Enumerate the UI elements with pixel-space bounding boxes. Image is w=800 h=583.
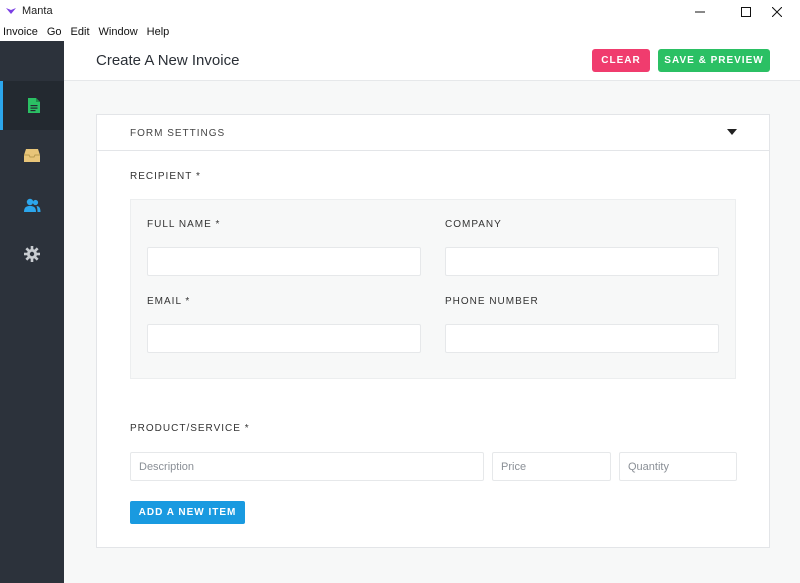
add-new-item-button[interactable]: ADD A NEW ITEM bbox=[130, 501, 245, 524]
price-input[interactable] bbox=[492, 452, 611, 481]
page-header: Create A New Invoice CLEAR SAVE & PREVIE… bbox=[64, 41, 800, 81]
sidebar-item-form[interactable] bbox=[0, 81, 64, 130]
company-field[interactable] bbox=[445, 247, 719, 276]
gear-icon bbox=[24, 245, 40, 262]
recipient-label: RECIPIENT * bbox=[130, 171, 201, 182]
full-name-label: FULL NAME * bbox=[147, 219, 221, 230]
quantity-input[interactable] bbox=[619, 452, 737, 481]
contacts-icon bbox=[24, 198, 41, 212]
menu-invoice[interactable]: Invoice bbox=[3, 23, 38, 41]
window-title: Manta bbox=[22, 5, 53, 17]
menu-window[interactable]: Window bbox=[99, 23, 138, 41]
page-title: Create A New Invoice bbox=[96, 52, 240, 69]
inbox-icon bbox=[24, 149, 40, 162]
menu-edit[interactable]: Edit bbox=[71, 23, 90, 41]
close-button[interactable] bbox=[754, 0, 800, 23]
phone-number-label: PHONE NUMBER bbox=[445, 296, 539, 307]
menu-help[interactable]: Help bbox=[147, 23, 170, 41]
title-bar: Manta bbox=[0, 0, 800, 23]
minimize-button[interactable] bbox=[677, 0, 723, 23]
phone-number-field[interactable] bbox=[445, 324, 719, 353]
email-label: EMAIL * bbox=[147, 296, 191, 307]
minimize-icon bbox=[695, 11, 705, 12]
clear-button[interactable]: CLEAR bbox=[592, 49, 650, 72]
menu-go[interactable]: Go bbox=[47, 23, 62, 41]
email-field[interactable] bbox=[147, 324, 421, 353]
caret-down-icon[interactable] bbox=[727, 129, 737, 135]
invoice-form-card: FORM SETTINGS RECIPIENT * FULL NAME * CO… bbox=[96, 114, 770, 548]
company-label: COMPANY bbox=[445, 219, 502, 230]
recipient-section: FULL NAME * COMPANY EMAIL * PHONE NUMBER bbox=[130, 199, 736, 379]
description-input[interactable] bbox=[130, 452, 484, 481]
sidebar-item-settings[interactable] bbox=[0, 229, 64, 278]
sidebar-item-invoices[interactable] bbox=[0, 131, 64, 180]
maximize-icon bbox=[741, 6, 751, 17]
full-name-field[interactable] bbox=[147, 247, 421, 276]
sidebar bbox=[0, 41, 64, 583]
save-preview-button[interactable]: SAVE & PREVIEW bbox=[658, 49, 770, 72]
sidebar-item-contacts[interactable] bbox=[0, 180, 64, 229]
document-icon bbox=[27, 98, 40, 113]
product-service-label: PRODUCT/SERVICE * bbox=[130, 423, 250, 434]
main-content: Create A New Invoice CLEAR SAVE & PREVIE… bbox=[64, 41, 800, 583]
form-settings-label: FORM SETTINGS bbox=[130, 128, 226, 139]
menu-bar: Invoice Go Edit Window Help bbox=[0, 23, 800, 41]
close-icon bbox=[772, 6, 782, 17]
form-settings-header[interactable]: FORM SETTINGS bbox=[97, 115, 769, 151]
manta-logo-icon bbox=[6, 8, 16, 14]
